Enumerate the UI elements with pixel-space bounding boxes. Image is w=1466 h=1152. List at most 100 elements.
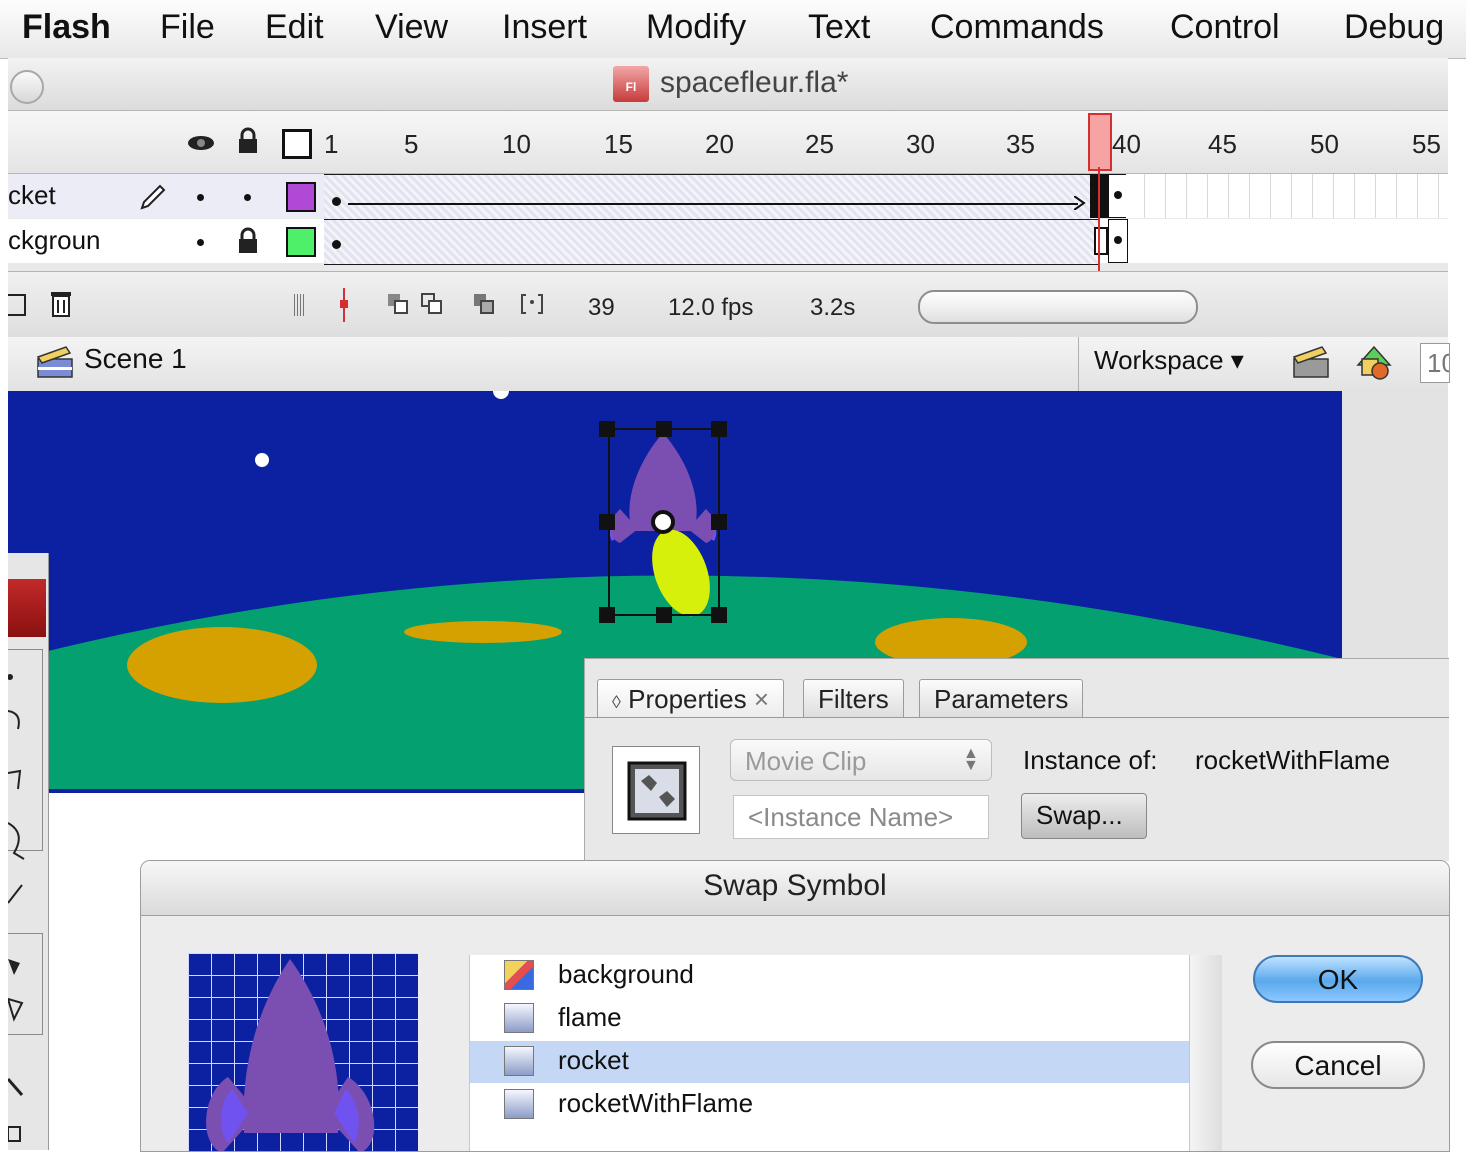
end-keyframe[interactable]: [1108, 219, 1128, 263]
pencil-icon: [140, 184, 166, 210]
menu-edit[interactable]: Edit: [265, 8, 324, 47]
timeline-footer: 39 12.0 fps 3.2s: [8, 271, 1448, 338]
ruler-number: 30: [906, 129, 935, 159]
scene-label[interactable]: Scene 1: [84, 343, 187, 375]
menu-debug[interactable]: Debug: [1344, 8, 1444, 47]
swap-button-label: Swap...: [1036, 800, 1123, 830]
crater: [127, 627, 317, 703]
scene-clapper-icon: [36, 346, 73, 378]
menu-bar: Flash File Edit View Insert Modify Text …: [0, 0, 1466, 59]
add-folder-icon[interactable]: [8, 294, 26, 316]
tab-properties[interactable]: ◊ Properties ×: [597, 679, 785, 717]
tools-icons[interactable]: [8, 663, 40, 923]
playhead-line: [1098, 167, 1100, 282]
symbol-preview: [612, 746, 700, 834]
list-item-background[interactable]: background: [470, 955, 1190, 997]
timeline-scrollbar[interactable]: [918, 290, 1198, 324]
outline-icon[interactable]: [282, 129, 312, 159]
menu-modify[interactable]: Modify: [646, 8, 746, 47]
eye-icon[interactable]: [186, 133, 216, 153]
instance-name-field[interactable]: <Instance Name>: [733, 795, 989, 839]
layer-row-background[interactable]: ckgroun: [8, 219, 1448, 265]
timeline-header: 1 5 10 15 20 25 30 35 40 45 50 55: [8, 111, 1448, 174]
edit-bar: Scene 1 Workspace ▾ 10: [8, 337, 1450, 392]
elapsed-time-readout: 3.2s: [810, 294, 856, 321]
workspace-menu[interactable]: Workspace ▾: [1094, 345, 1244, 376]
lock-icon[interactable]: [236, 127, 260, 155]
tab-parameters[interactable]: Parameters: [919, 679, 1084, 717]
layer-row-rocket[interactable]: cket: [8, 174, 1448, 220]
ruler-number: 55: [1412, 129, 1441, 159]
swap-symbol-dialog: Swap Symbol background flame rocket rock…: [140, 860, 1450, 1152]
tools-header: [8, 579, 46, 637]
menu-text[interactable]: Text: [808, 8, 870, 47]
layer-frames[interactable]: [324, 174, 1100, 220]
layer-name[interactable]: cket: [8, 180, 56, 211]
onion-outline-icon[interactable]: [420, 292, 444, 316]
list-scrollbar[interactable]: [1189, 955, 1222, 1151]
edit-multiple-icon[interactable]: [472, 292, 496, 316]
visibility-dot[interactable]: [197, 239, 204, 246]
ruler-number: 25: [805, 129, 834, 159]
list-item-label: rocket: [558, 1045, 629, 1075]
visibility-dot[interactable]: [197, 194, 204, 201]
playhead-handle[interactable]: [1088, 113, 1112, 171]
paint-tools-icons[interactable]: [8, 949, 40, 1149]
onion-skin-icon[interactable]: [386, 292, 410, 316]
end-keyframe[interactable]: [1108, 174, 1128, 218]
menu-commands[interactable]: Commands: [930, 8, 1104, 47]
symbol-type-select[interactable]: Movie Clip ▲ ▼: [730, 739, 992, 781]
window-close-button[interactable]: [10, 70, 44, 104]
instance-of-value: rocketWithFlame: [1195, 745, 1391, 775]
menu-flash[interactable]: Flash: [22, 8, 111, 47]
menu-control[interactable]: Control: [1170, 8, 1280, 47]
swap-button[interactable]: Swap...: [1021, 793, 1147, 839]
tab-filters[interactable]: Filters: [803, 679, 904, 717]
zoom-value: 10: [1427, 348, 1449, 378]
menu-insert[interactable]: Insert: [502, 8, 587, 47]
zoom-field[interactable]: 10: [1420, 343, 1450, 383]
resize-grip[interactable]: [294, 294, 304, 316]
pasteboard: [1342, 391, 1448, 661]
edit-symbols-icon[interactable]: [1354, 343, 1394, 381]
dialog-title: Swap Symbol: [703, 869, 887, 902]
keyframe-dot[interactable]: [332, 240, 341, 249]
tab-properties-label: Properties: [628, 684, 747, 714]
ruler-number: 5: [404, 129, 419, 159]
frame-end-marker: [1094, 227, 1108, 255]
trash-icon[interactable]: [50, 288, 72, 318]
lock-dot[interactable]: [244, 194, 251, 201]
list-item-flame[interactable]: flame: [470, 998, 1190, 1040]
empty-frames[interactable]: [1126, 174, 1448, 218]
list-item-label: background: [558, 959, 694, 989]
edit-bar-divider: [1078, 337, 1079, 391]
document-title: spacefleur.fla*: [660, 66, 849, 99]
cancel-button[interactable]: Cancel: [1251, 1041, 1425, 1089]
ruler-number: 1: [324, 129, 339, 159]
modify-markers-icon[interactable]: [520, 292, 544, 316]
menu-view[interactable]: View: [375, 8, 448, 47]
symbol-type-value: Movie Clip: [745, 746, 867, 776]
movie-clip-icon: [627, 761, 687, 821]
symbol-list[interactable]: background flame rocket rocketWithFlame: [469, 955, 1190, 1151]
frame-rate-readout[interactable]: 12.0 fps: [668, 294, 753, 322]
list-item-rocketwithflame[interactable]: rocketWithFlame: [470, 1084, 1190, 1126]
layer-frames[interactable]: [324, 219, 1100, 265]
tools-panel: [8, 553, 49, 1150]
close-tab-icon[interactable]: ×: [754, 684, 769, 714]
fla-file-icon: Fl: [613, 66, 649, 102]
menu-file[interactable]: File: [160, 8, 215, 47]
star: [493, 391, 509, 399]
layer-lock-icon[interactable]: [236, 227, 260, 255]
edit-scene-icon[interactable]: [1292, 345, 1330, 379]
list-item-label: rocketWithFlame: [558, 1088, 754, 1118]
layer-name[interactable]: ckgroun: [8, 225, 101, 256]
keyframe-dot[interactable]: [332, 197, 341, 206]
ok-button[interactable]: OK: [1253, 955, 1423, 1003]
layer-color-swatch[interactable]: [286, 227, 316, 257]
arrow-head-icon: [1074, 196, 1086, 210]
collapse-arrow-icon[interactable]: ◊: [612, 692, 621, 712]
list-item-rocket[interactable]: rocket: [470, 1041, 1190, 1083]
layer-color-swatch[interactable]: [286, 182, 316, 212]
center-frame-icon[interactable]: [336, 288, 352, 322]
